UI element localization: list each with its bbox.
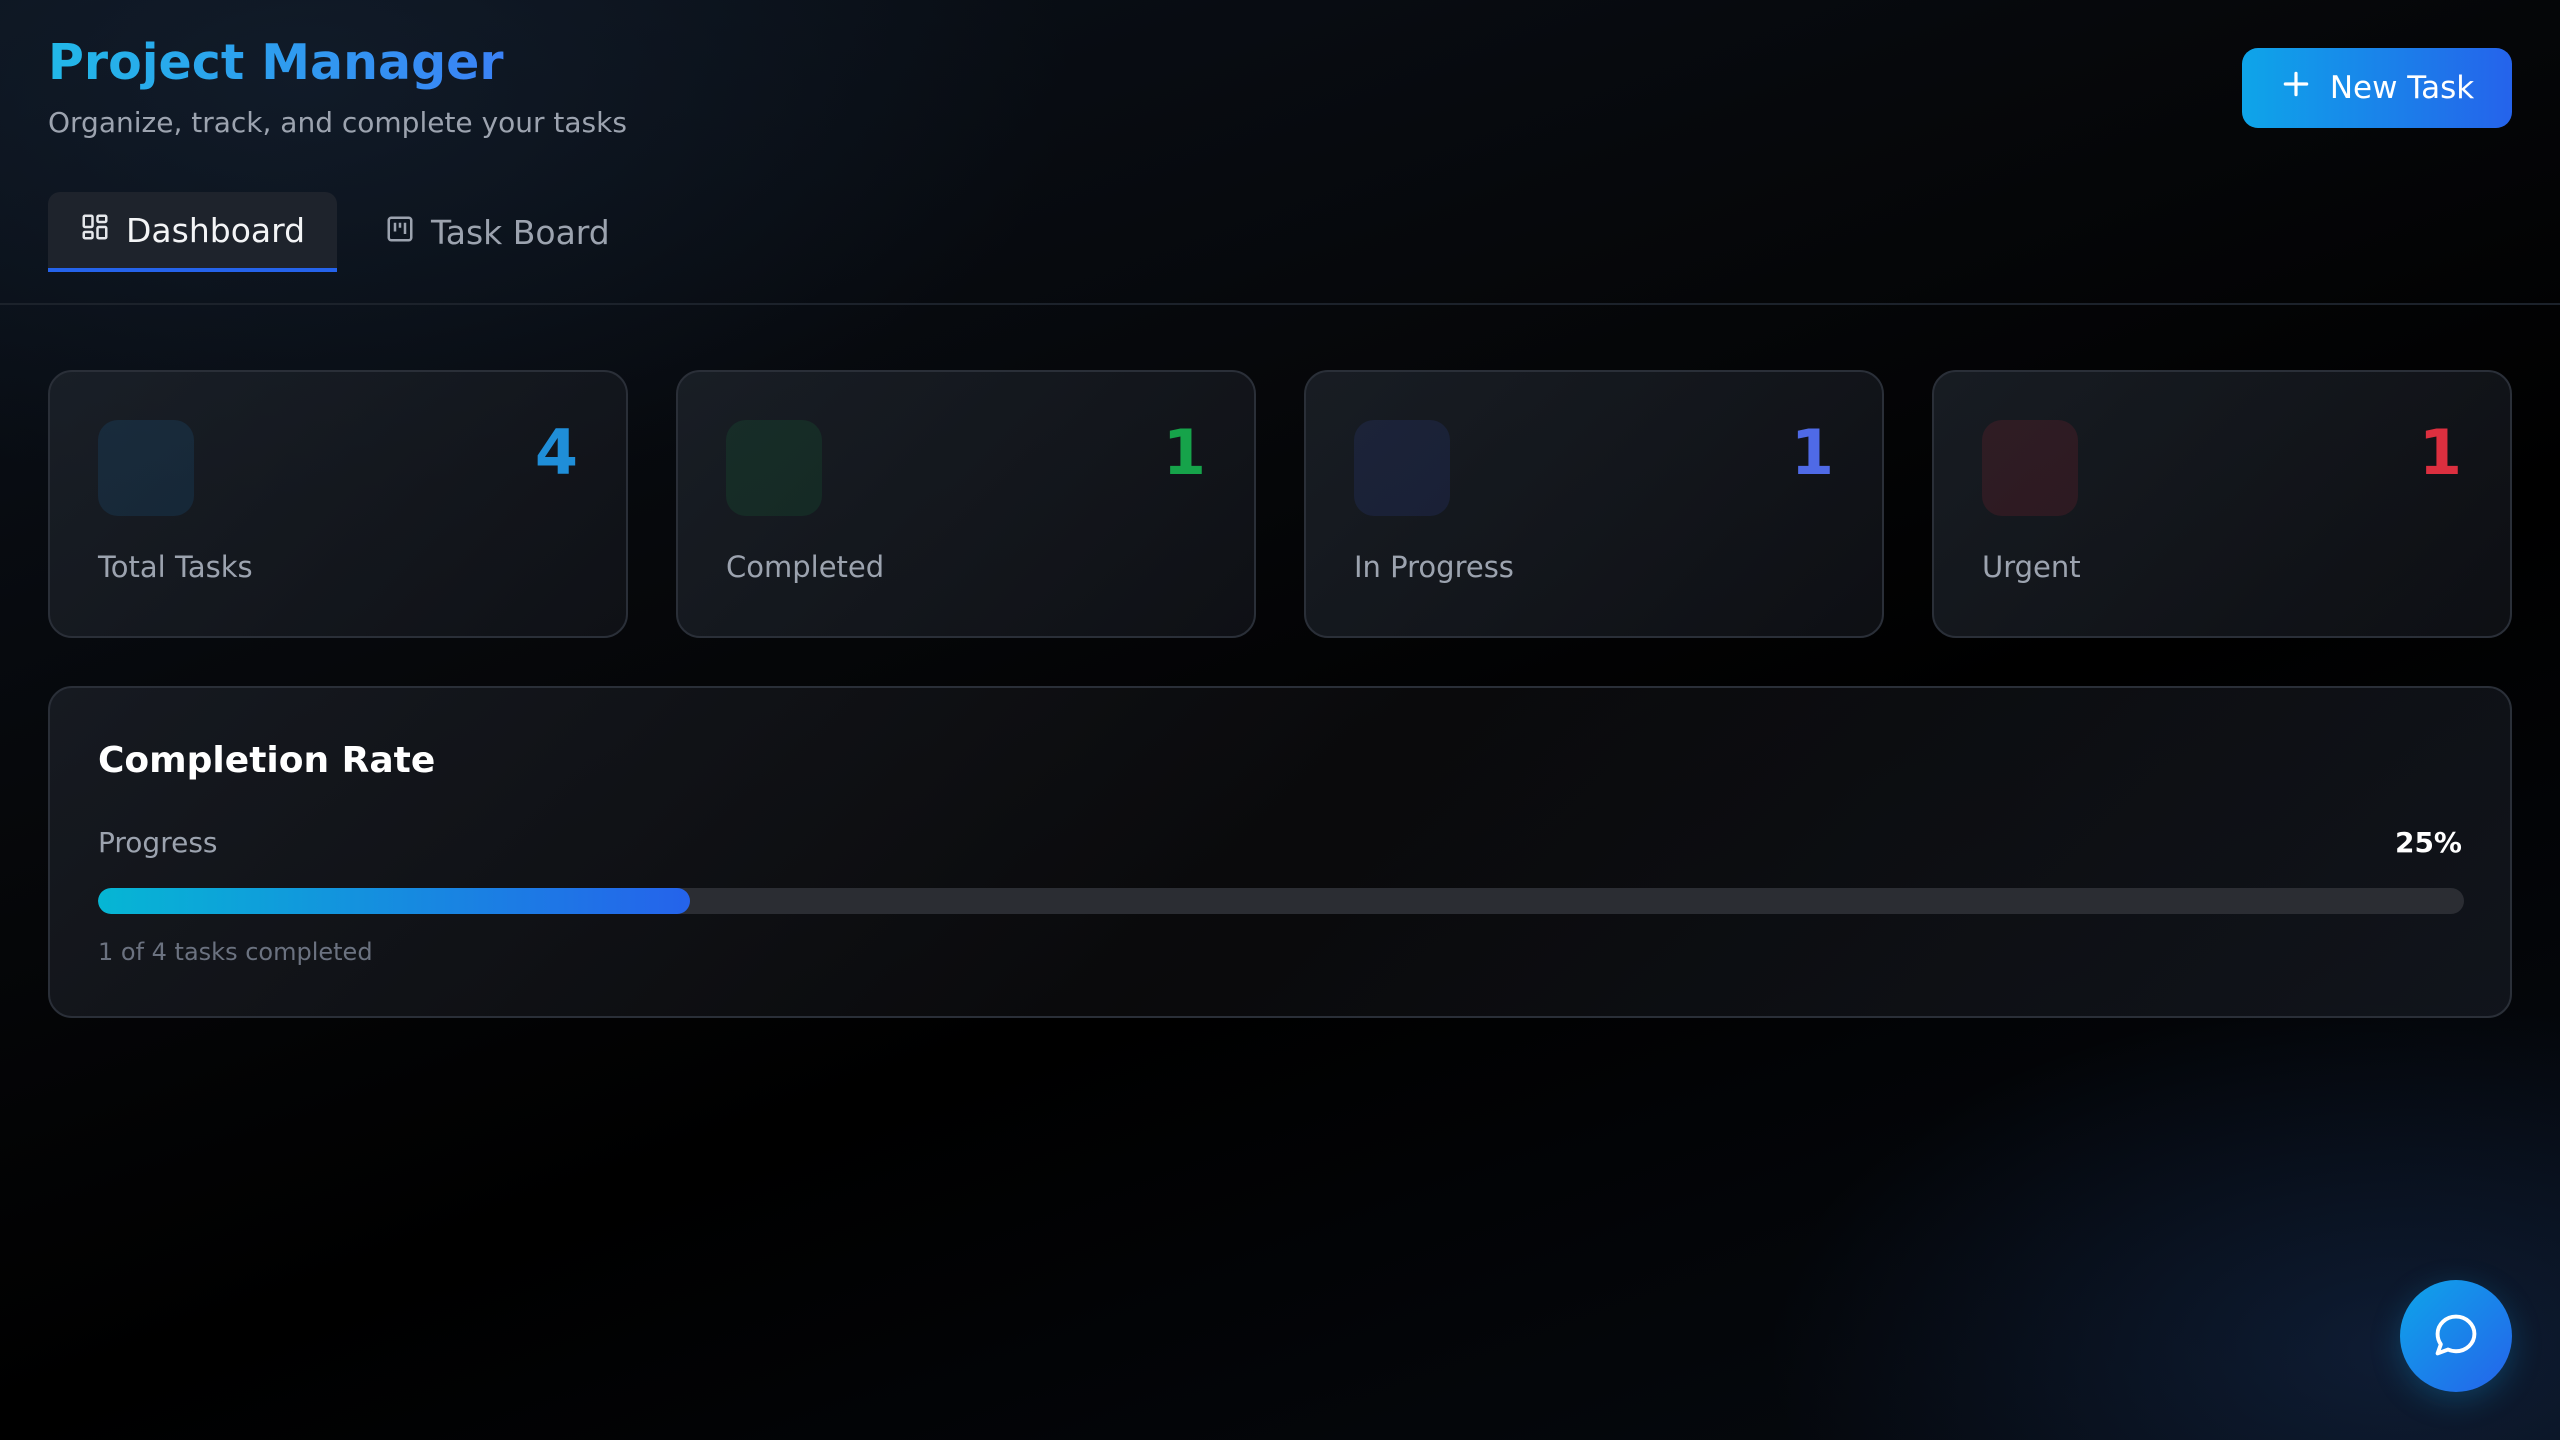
progress-bar-fill [98, 888, 690, 914]
urgent-value: 1 [2418, 416, 2462, 489]
tab-dashboard[interactable]: Dashboard [48, 192, 338, 272]
progress-caption: 1 of 4 tasks completed [98, 938, 373, 966]
total-tasks-icon [98, 420, 194, 516]
kanban-board-icon [385, 213, 415, 252]
completion-rate-title: Completion Rate [98, 740, 436, 781]
plus-icon [2280, 68, 2312, 108]
stat-card-urgent: 1 Urgent [1932, 370, 2512, 638]
completion-rate-card: Completion Rate Progress 25% 1 of 4 task… [48, 686, 2512, 1018]
completed-value: 1 [1162, 416, 1206, 489]
in-progress-value: 1 [1790, 416, 1834, 489]
total-tasks-label: Total Tasks [98, 550, 253, 584]
chat-bubble-icon [2430, 1309, 2482, 1364]
app-header: Project Manager Organize, track, and com… [0, 0, 2560, 305]
new-task-button[interactable]: New Task [2242, 48, 2512, 128]
tab-dashboard-label: Dashboard [126, 210, 306, 250]
in-progress-icon [1354, 420, 1450, 516]
new-task-label: New Task [2329, 70, 2475, 106]
in-progress-label: In Progress [1354, 550, 1514, 584]
stat-card-in-progress: 1 In Progress [1304, 370, 1884, 638]
chat-button[interactable] [2400, 1280, 2512, 1392]
total-tasks-value: 4 [534, 416, 578, 489]
completed-label: Completed [726, 550, 885, 584]
dashboard-grid-icon [80, 211, 110, 250]
urgent-icon [1982, 420, 2078, 516]
page-title: Project Manager [48, 34, 504, 91]
completed-icon [726, 420, 822, 516]
view-tabs: Dashboard Task Board [48, 192, 642, 272]
page-subtitle: Organize, track, and complete your tasks [48, 106, 627, 139]
tab-task-board[interactable]: Task Board [353, 192, 642, 272]
tab-task-board-label: Task Board [431, 212, 610, 252]
progress-label: Progress [98, 826, 218, 859]
progress-bar [98, 888, 2464, 914]
stat-card-completed: 1 Completed [676, 370, 1256, 638]
progress-percent: 25% [2394, 826, 2462, 859]
stat-card-total-tasks: 4 Total Tasks [48, 370, 628, 638]
urgent-label: Urgent [1982, 550, 2081, 584]
stats-row: 4 Total Tasks 1 Completed 1 In Progress … [48, 370, 2512, 638]
